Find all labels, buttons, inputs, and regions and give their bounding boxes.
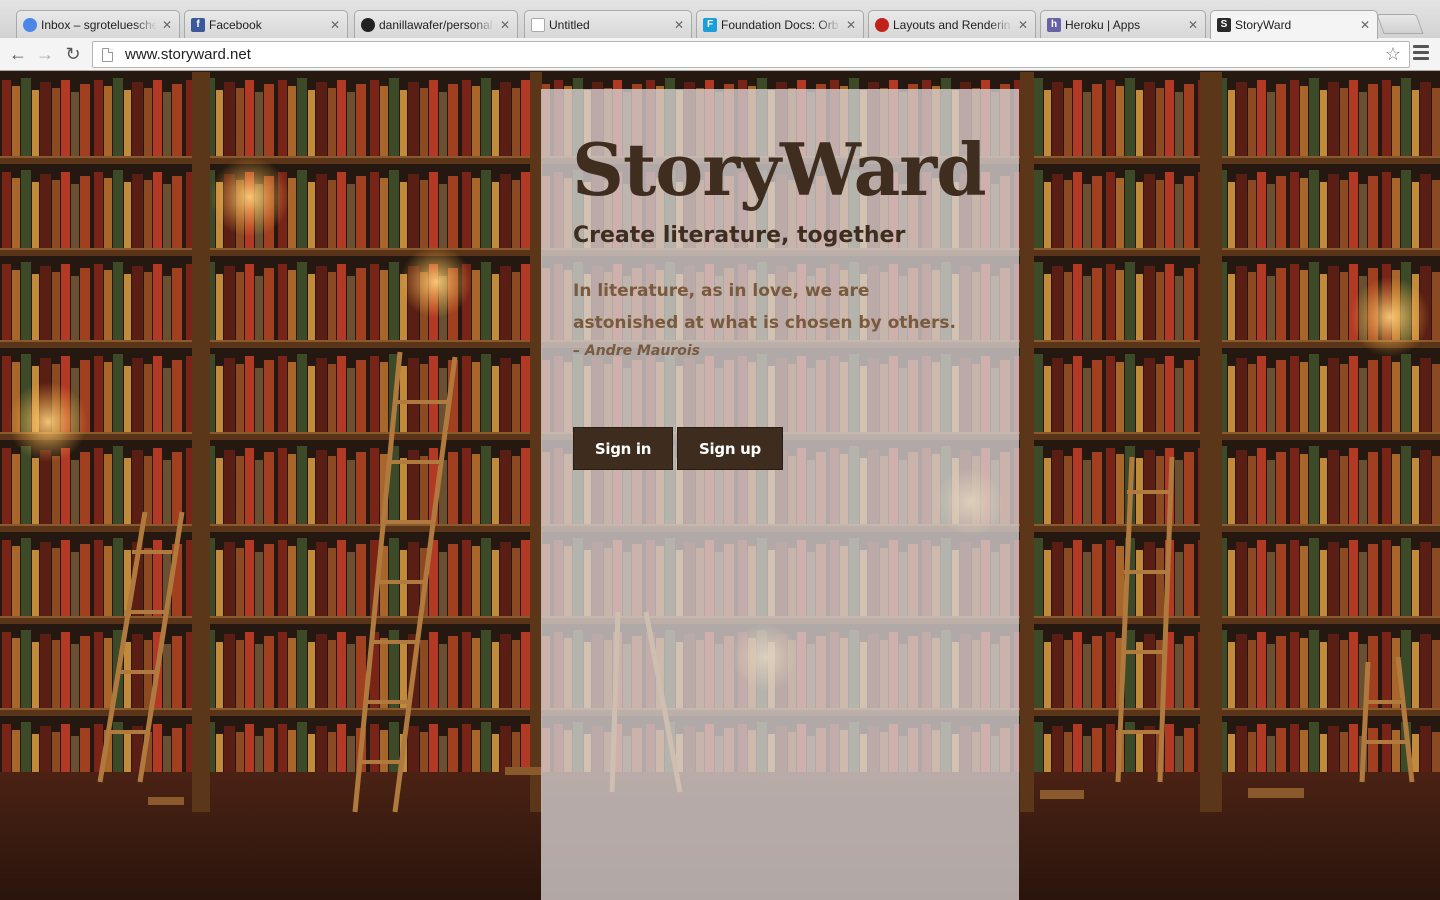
close-icon[interactable]: ✕	[845, 18, 857, 32]
rails-icon	[875, 17, 889, 32]
reload-icon[interactable]: ↻	[61, 42, 85, 66]
close-icon[interactable]: ✕	[499, 18, 511, 32]
tab-title: Heroku | Apps	[1065, 17, 1141, 32]
storyward-icon: S	[1217, 18, 1231, 32]
sign-up-button[interactable]: Sign up	[677, 427, 783, 470]
tab-title: Facebook	[209, 17, 262, 32]
facebook-icon: f	[191, 17, 205, 32]
tab-rails-guides[interactable]: Layouts and Renderin ✕	[868, 10, 1036, 38]
close-icon[interactable]: ✕	[161, 18, 173, 32]
tab-facebook[interactable]: f Facebook ✕	[184, 10, 348, 38]
close-icon[interactable]: ✕	[1017, 18, 1029, 32]
menu-icon[interactable]	[1413, 45, 1429, 63]
forward-arrow-icon[interactable]: →	[33, 42, 57, 66]
quote-text: In literature, as in love, we are astoni…	[573, 281, 956, 333]
page-icon	[102, 47, 113, 62]
quote-attribution: – Andre Maurois	[573, 343, 700, 359]
tab-foundation[interactable]: F Foundation Docs: Orb ✕	[696, 10, 864, 38]
new-tab-button[interactable]	[1376, 14, 1424, 34]
page-viewport: StoryWard Create literature, together In…	[0, 72, 1440, 900]
browser-toolbar: ← → ↻ www.storyward.net ☆	[0, 38, 1440, 71]
close-icon[interactable]: ✕	[329, 18, 341, 32]
tab-title: Foundation Docs: Orb	[721, 17, 839, 32]
tab-inbox[interactable]: Inbox – sgroteluesche ✕	[16, 10, 180, 38]
tab-untitled[interactable]: Untitled ✕	[524, 10, 692, 38]
tab-strip: Inbox – sgroteluesche ✕ f Facebook ✕ dan…	[0, 0, 1440, 39]
tab-title: danillawafer/personal	[379, 17, 493, 32]
blank-page-icon	[531, 17, 545, 32]
github-icon	[361, 17, 375, 32]
tagline: Create literature, together	[573, 223, 906, 248]
tab-storyward[interactable]: S StoryWard ✕	[1210, 10, 1378, 39]
tab-title: Layouts and Renderin	[893, 17, 1011, 32]
back-arrow-icon[interactable]: ←	[6, 42, 30, 66]
hero-panel: StoryWard Create literature, together In…	[541, 89, 1019, 900]
heroku-icon: h	[1047, 17, 1061, 32]
tab-heroku[interactable]: h Heroku | Apps ✕	[1040, 10, 1206, 38]
tab-github[interactable]: danillawafer/personal ✕	[354, 10, 518, 38]
tab-title: StoryWard	[1235, 18, 1292, 32]
bookmark-star-icon[interactable]: ☆	[1385, 44, 1401, 65]
foundation-icon: F	[703, 17, 717, 32]
sign-in-button[interactable]: Sign in	[573, 427, 673, 470]
close-icon[interactable]: ✕	[673, 18, 685, 32]
url-text[interactable]: www.storyward.net	[125, 46, 1385, 63]
site-logo[interactable]: StoryWard	[572, 127, 987, 212]
close-icon[interactable]: ✕	[1359, 18, 1371, 32]
tab-title: Untitled	[549, 17, 590, 32]
google-icon	[23, 17, 37, 32]
close-icon[interactable]: ✕	[1187, 18, 1199, 32]
tab-title: Inbox – sgroteluesche	[41, 17, 157, 32]
address-bar[interactable]: www.storyward.net ☆	[92, 41, 1410, 68]
